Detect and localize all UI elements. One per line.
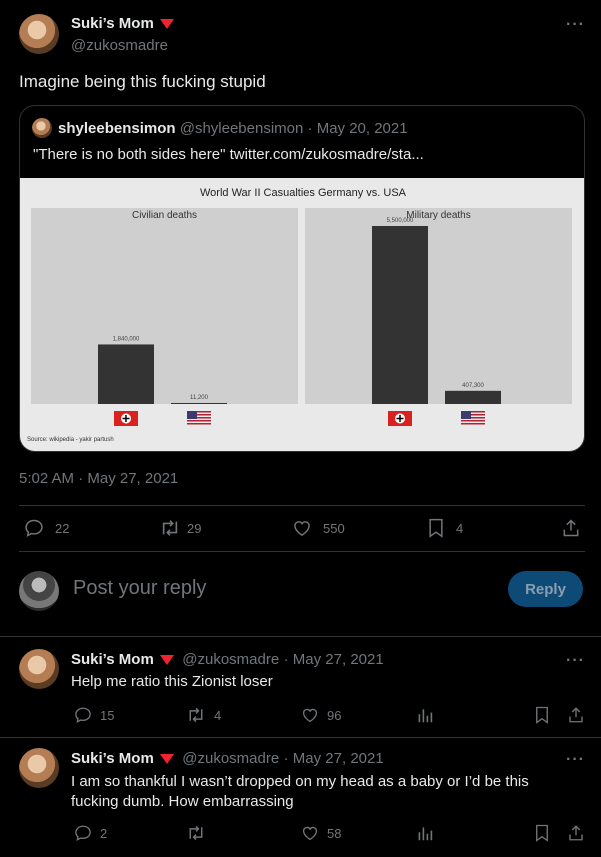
reply1-retweet-count: 4 xyxy=(214,707,222,723)
share-upload-icon xyxy=(563,519,579,537)
quoted-author-name: shyleebensimon xyxy=(58,120,176,137)
us-flag-stripe xyxy=(461,420,485,422)
retweet-arrows-icon xyxy=(189,707,203,723)
bookmark-action[interactable]: 4 xyxy=(427,518,463,538)
chart-panel-2 xyxy=(305,208,572,404)
tweet-text: Imagine being this fucking stupid xyxy=(19,72,266,91)
heart-icon xyxy=(302,708,318,723)
bookmark-icon xyxy=(536,706,548,724)
reply2-like-count: 58 xyxy=(327,825,342,841)
author-name[interactable]: Suki’s Mom xyxy=(71,15,154,32)
heart-icon xyxy=(302,826,318,841)
us-flag-icon xyxy=(187,411,197,419)
share-upload-icon xyxy=(569,707,583,723)
bookmark-icon xyxy=(536,824,548,842)
chart-panel-title: Civilian deaths xyxy=(132,210,197,221)
author-name-row[interactable]: Suki’s Mom xyxy=(71,15,174,33)
retweet-arrows-icon xyxy=(162,520,178,536)
retweet-count: 29 xyxy=(187,520,202,536)
reply1-header: Suki’s Mom @zukosmadre · May 27, 2021 xyxy=(71,651,384,669)
us-flag-stripe xyxy=(461,423,485,425)
reply-action[interactable]: 22 xyxy=(24,518,69,538)
reply2-more-icon[interactable]: ··· xyxy=(566,751,585,769)
reply-count: 22 xyxy=(55,520,70,536)
chart-image[interactable]: World War II Casualties Germany vs. USA C… xyxy=(20,178,584,451)
reply1-share-action[interactable] xyxy=(567,706,585,724)
chart-title: World War II Casualties Germany vs. USA xyxy=(200,187,407,199)
reply-button[interactable]: Reply xyxy=(508,571,583,607)
reply2-retweet-action[interactable] xyxy=(186,824,206,842)
quoted-date: · May 20, 2021 xyxy=(307,120,408,137)
chart-bar-label: 407,300 xyxy=(462,383,484,389)
bar-chart-icon xyxy=(418,709,433,723)
retweet-arrows-icon xyxy=(189,825,203,841)
tweet-timestamp[interactable]: 5:02 AM · May 27, 2021 xyxy=(19,470,178,487)
reply2-header: Suki’s Mom @zukosmadre · May 27, 2021 xyxy=(71,750,384,768)
chart-panel-1 xyxy=(31,208,298,404)
reply1-more-icon[interactable]: ··· xyxy=(566,652,585,670)
reply1-like-count: 96 xyxy=(327,707,342,723)
reply1-author-name[interactable]: Suki’s Mom xyxy=(71,651,154,668)
reply2-views-action[interactable] xyxy=(417,824,433,842)
reply2-handle[interactable]: @zukosmadre xyxy=(182,750,279,767)
heart-icon xyxy=(294,521,310,536)
reply1-reply-action[interactable]: 15 xyxy=(74,706,114,724)
reply1-avatar[interactable] xyxy=(19,649,59,689)
casualties-chart: World War II Casualties Germany vs. USAC… xyxy=(27,187,572,443)
bar-chart-icon xyxy=(418,827,433,841)
verified-badge-icon xyxy=(159,18,174,29)
reply2-avatar[interactable] xyxy=(19,748,59,788)
quoted-author-handle: @shyleebensimon xyxy=(179,120,304,137)
reply1-like-action[interactable]: 96 xyxy=(301,706,341,724)
quoted-text: "There is no both sides here" twitter.co… xyxy=(33,146,424,163)
chart-bar xyxy=(98,344,154,404)
us-flag-stripe xyxy=(187,420,211,422)
reply1-views-action[interactable] xyxy=(417,706,433,724)
like-count: 550 xyxy=(323,520,345,536)
bookmark-count: 4 xyxy=(456,520,464,536)
reply2-text: I am so thankful I wasn’t dropped on my … xyxy=(71,773,529,810)
chart-source: Source: wikipedia - yakir partush xyxy=(27,437,114,443)
share-upload-icon xyxy=(569,825,583,841)
quoted-author-avatar xyxy=(32,118,52,138)
speech-bubble-icon xyxy=(25,519,43,537)
chart-bar xyxy=(445,390,501,404)
reply1-retweet-action[interactable]: 4 xyxy=(186,706,221,724)
speech-bubble-icon xyxy=(75,707,91,724)
reply2-bookmark-action[interactable] xyxy=(534,824,550,842)
bookmark-icon xyxy=(429,518,443,538)
quoted-tweet-card[interactable]: shyleebensimon @shyleebensimon · May 20,… xyxy=(19,105,585,452)
reply2-reply-action[interactable]: 2 xyxy=(74,824,107,842)
chart-bar-label: 5,500,000 xyxy=(387,218,414,224)
chart-panel-title: Military deaths xyxy=(406,210,470,221)
my-avatar[interactable] xyxy=(19,571,59,611)
author-avatar[interactable] xyxy=(19,14,59,54)
speech-bubble-icon xyxy=(75,825,91,842)
reply2-author-name[interactable]: Suki’s Mom xyxy=(71,750,154,767)
share-action[interactable] xyxy=(561,518,581,538)
reply2-date[interactable]: · May 27, 2021 xyxy=(284,750,384,767)
reply2-share-action[interactable] xyxy=(567,824,585,842)
reply-input[interactable]: Post your reply xyxy=(73,577,206,600)
quoted-author-row: shyleebensimon @shyleebensimon · May 20,… xyxy=(58,120,408,137)
verified-badge-icon xyxy=(159,654,174,665)
verified-badge-icon xyxy=(159,753,174,764)
more-options-icon[interactable]: ··· xyxy=(566,16,585,34)
reply1-date[interactable]: · May 27, 2021 xyxy=(284,651,384,668)
chart-bar-label: 11,200 xyxy=(190,395,209,401)
reply1-bookmark-action[interactable] xyxy=(534,706,550,724)
reply2-reply-count: 2 xyxy=(100,825,108,841)
author-handle[interactable]: @zukosmadre xyxy=(71,37,168,54)
chart-bar-label: 1,840,000 xyxy=(113,336,140,342)
like-action[interactable]: 550 xyxy=(292,518,345,538)
chart-bar xyxy=(171,403,227,404)
reply1-handle[interactable]: @zukosmadre xyxy=(182,651,279,668)
us-flag-icon xyxy=(461,411,471,419)
chart-bar xyxy=(372,226,428,404)
reply1-reply-count: 15 xyxy=(100,707,115,723)
reply2-like-action[interactable]: 58 xyxy=(301,824,341,842)
us-flag-stripe xyxy=(187,423,211,425)
retweet-action[interactable]: 29 xyxy=(159,518,201,538)
reply1-text: Help me ratio this Zionist loser xyxy=(71,673,273,690)
